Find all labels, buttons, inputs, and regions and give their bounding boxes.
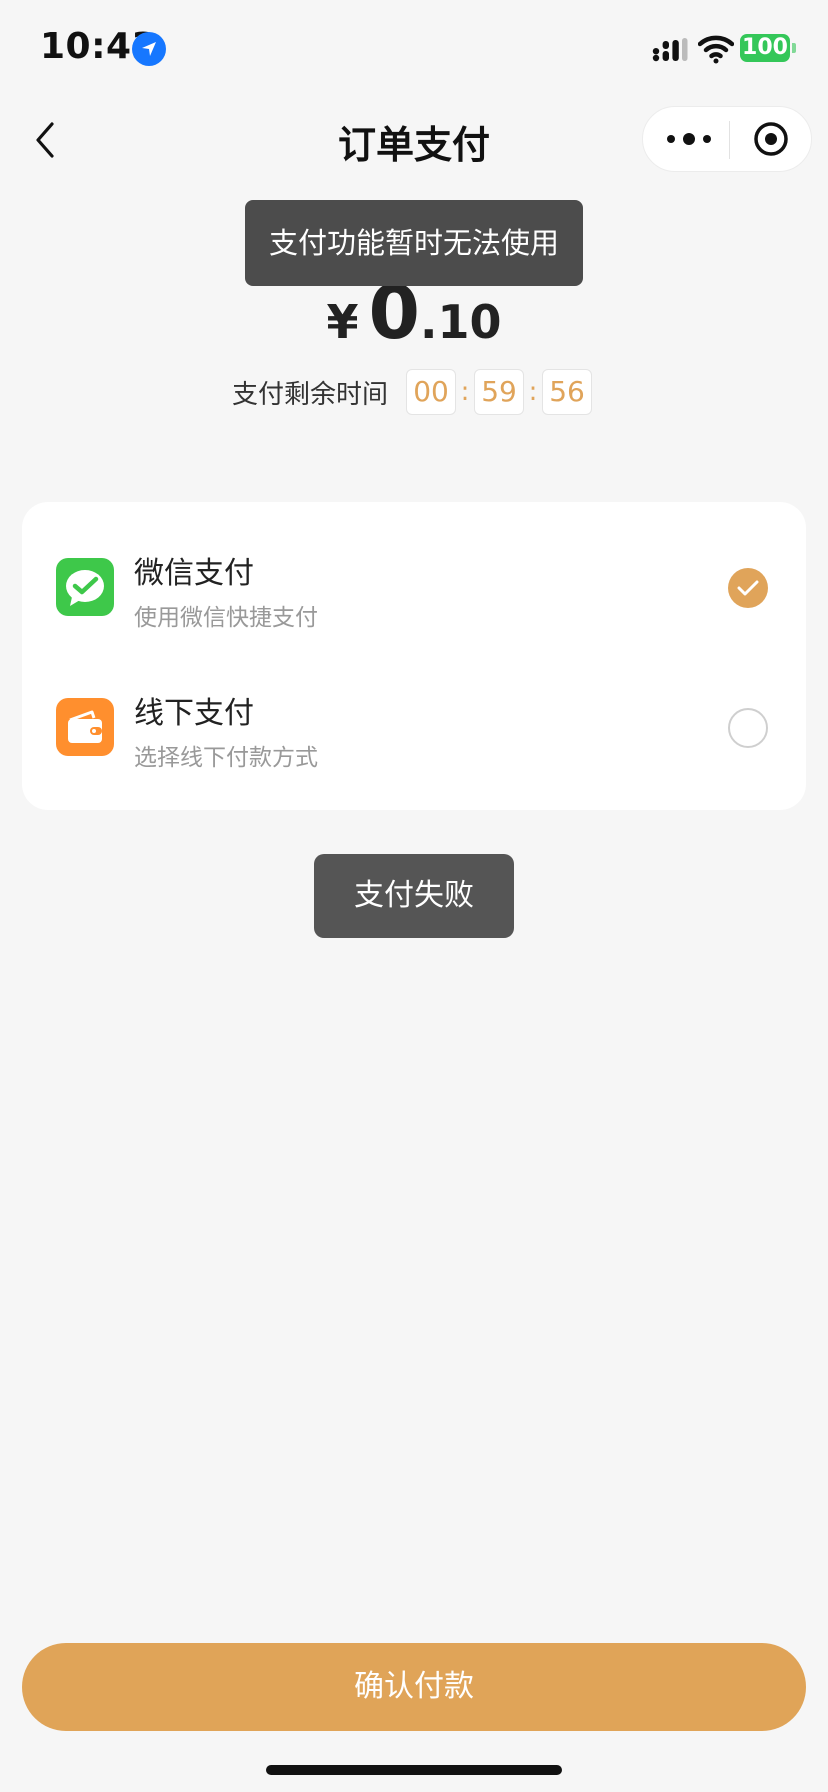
countdown-separator: : bbox=[528, 377, 538, 407]
wifi-icon bbox=[697, 34, 735, 64]
wallet-icon bbox=[56, 698, 114, 756]
more-dots-icon bbox=[667, 133, 711, 145]
capsule-divider bbox=[729, 121, 730, 159]
wechat-pay-icon bbox=[56, 558, 114, 616]
payment-countdown: 支付剩余时间 00 : 59 : 56 bbox=[232, 368, 593, 416]
status-bar: 10:43 100 bbox=[0, 0, 828, 100]
miniprogram-capsule bbox=[642, 106, 812, 172]
battery-level: 100 bbox=[740, 34, 790, 62]
payment-option-name: 线下支付 bbox=[134, 696, 254, 731]
payment-option-name: 微信支付 bbox=[134, 556, 254, 591]
check-icon bbox=[737, 580, 759, 596]
payment-option-offline[interactable]: 线下支付 选择线下付款方式 bbox=[22, 664, 806, 804]
battery-icon: 100 bbox=[740, 34, 798, 62]
payment-radio-unselected[interactable] bbox=[728, 708, 768, 748]
countdown-label: 支付剩余时间 bbox=[232, 379, 389, 410]
close-miniprogram-button[interactable] bbox=[751, 119, 791, 159]
countdown-hours: 00 bbox=[406, 369, 457, 415]
payment-option-desc: 选择线下付款方式 bbox=[134, 745, 318, 771]
location-arrow-icon bbox=[132, 32, 166, 66]
payment-method-card: 微信支付 使用微信快捷支付 线下支付 选择线下付款方式 bbox=[22, 502, 806, 810]
home-indicator bbox=[266, 1765, 562, 1775]
countdown-seconds: 56 bbox=[542, 369, 593, 415]
battery-tip bbox=[792, 43, 796, 53]
payment-radio-selected[interactable] bbox=[728, 568, 768, 608]
confirm-payment-button[interactable]: 确认付款 bbox=[22, 1643, 806, 1731]
amount-decimal: .10 bbox=[420, 295, 502, 349]
countdown-minutes: 59 bbox=[474, 369, 525, 415]
payment-option-desc: 使用微信快捷支付 bbox=[134, 605, 318, 631]
toast-payment-failed: 支付失败 bbox=[314, 854, 514, 938]
currency-symbol: ¥ bbox=[326, 295, 359, 349]
payment-option-wechat[interactable]: 微信支付 使用微信快捷支付 bbox=[22, 524, 806, 664]
more-button[interactable] bbox=[661, 117, 717, 161]
toast-unavailable: 支付功能暂时无法使用 bbox=[245, 200, 583, 286]
countdown-separator: : bbox=[460, 377, 470, 407]
cellular-signal-icon bbox=[652, 38, 688, 62]
target-close-icon bbox=[754, 122, 788, 156]
